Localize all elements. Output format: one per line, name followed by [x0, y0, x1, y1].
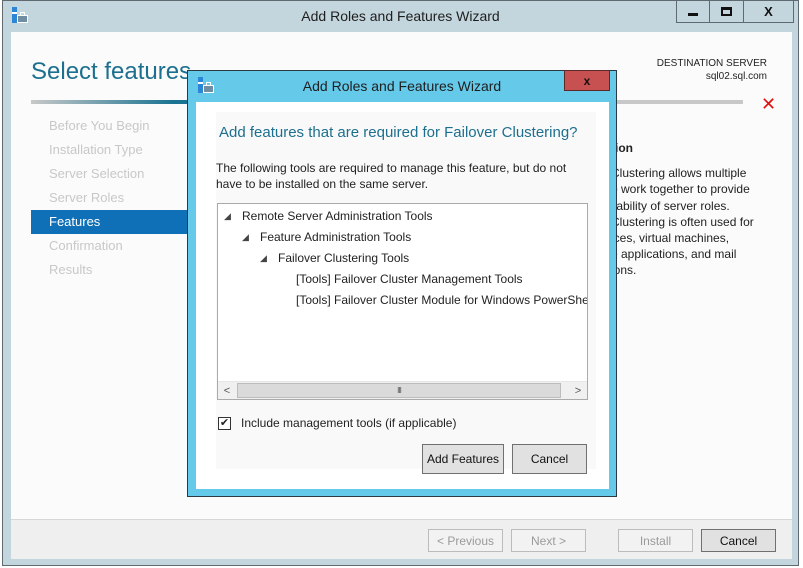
dialog-close-button[interactable]: x [564, 70, 610, 91]
include-tools-checkbox[interactable]: ✔ [218, 416, 231, 430]
dialog-heading: Add features that are required for Failo… [219, 124, 578, 141]
error-x-icon: ✕ [761, 94, 777, 114]
nav-item-server-roles[interactable]: Server Roles [31, 186, 191, 210]
close-button[interactable]: X [744, 1, 794, 23]
description-line: e applications, and mail [611, 247, 737, 262]
destination-label: DESTINATION SERVER [656, 58, 767, 69]
wizard-nav: Before You Begin Installation Type Serve… [31, 114, 191, 282]
dialog-body: Add features that are required for Failo… [196, 102, 609, 489]
include-management-tools[interactable]: ✔ Include management tools (if applicabl… [218, 416, 456, 430]
nav-item-confirmation[interactable]: Confirmation [31, 234, 191, 258]
next-button[interactable]: Next > [511, 529, 586, 552]
description-line: ilability of server roles. [611, 198, 730, 213]
description-header: tion [611, 141, 633, 155]
dialog-text: The following tools are required to mana… [216, 161, 567, 192]
required-features-tree[interactable]: ◢ Remote Server Administration Tools ◢ F… [217, 203, 588, 400]
description-line: ions. [611, 263, 637, 278]
nav-item-installation-type[interactable]: Installation Type [31, 138, 191, 162]
tree-item[interactable]: [Tools] Failover Cluster Module for Wind… [296, 293, 587, 307]
destination-server-name: sql02.sql.com [705, 71, 767, 82]
expanded-triangle-icon[interactable]: ◢ [242, 232, 249, 243]
nav-item-features[interactable]: Features [31, 210, 191, 234]
scroll-left-icon[interactable]: < [218, 382, 236, 399]
expanded-triangle-icon[interactable]: ◢ [224, 211, 231, 222]
nav-item-results[interactable]: Results [31, 258, 191, 282]
dialog-cancel-button[interactable]: Cancel [512, 444, 587, 474]
description-line: Clustering allows multiple [611, 166, 747, 181]
dialog-title: Add Roles and Features Wizard [302, 78, 502, 94]
required-features-dialog: Add Roles and Features Wizard x Add feat… [187, 70, 617, 497]
close-icon: x [583, 73, 591, 88]
nav-item-server-selection[interactable]: Server Selection [31, 162, 191, 186]
page-title: Select features [31, 58, 192, 85]
close-icon: X [764, 4, 773, 19]
nav-item-before-you-begin[interactable]: Before You Begin [31, 114, 191, 138]
tree-item[interactable]: ◢ Feature Administration Tools [242, 230, 411, 244]
minimize-icon [688, 12, 698, 16]
description-line: o work together to provide [611, 182, 750, 197]
destination-server: DESTINATION SERVER sql02.sql.com [657, 57, 767, 83]
tree-item[interactable]: ◢ Failover Clustering Tools [260, 251, 409, 265]
maximize-button[interactable] [710, 1, 744, 23]
minimize-button[interactable] [676, 1, 710, 23]
maximize-icon [721, 7, 732, 16]
title-bar[interactable]: Add Roles and Features Wizard X [3, 1, 798, 32]
scroll-thumb[interactable]: III [237, 383, 561, 398]
scroll-right-icon[interactable]: > [569, 382, 587, 399]
dialog-content: Add features that are required for Failo… [216, 112, 596, 474]
wizard-footer: < Previous Next > Install Cancel [11, 519, 792, 559]
horizontal-scrollbar[interactable]: < III > [218, 381, 587, 399]
include-tools-label: Include management tools (if applicable) [241, 416, 457, 430]
cancel-button[interactable]: Cancel [701, 529, 776, 552]
previous-button[interactable]: < Previous [428, 529, 503, 552]
feature-description: tion Clustering allows multiple o work t… [611, 140, 781, 279]
expanded-triangle-icon[interactable]: ◢ [260, 253, 267, 264]
checkmark-icon: ✔ [219, 416, 230, 429]
description-line: ices, virtual machines, [611, 231, 730, 246]
description-line: Clustering is often used for [611, 214, 754, 229]
add-features-button[interactable]: Add Features [422, 444, 504, 474]
tree-item[interactable]: ◢ Remote Server Administration Tools [224, 209, 433, 223]
install-button[interactable]: Install [618, 529, 693, 552]
tree-item[interactable]: [Tools] Failover Cluster Management Tool… [296, 272, 523, 286]
